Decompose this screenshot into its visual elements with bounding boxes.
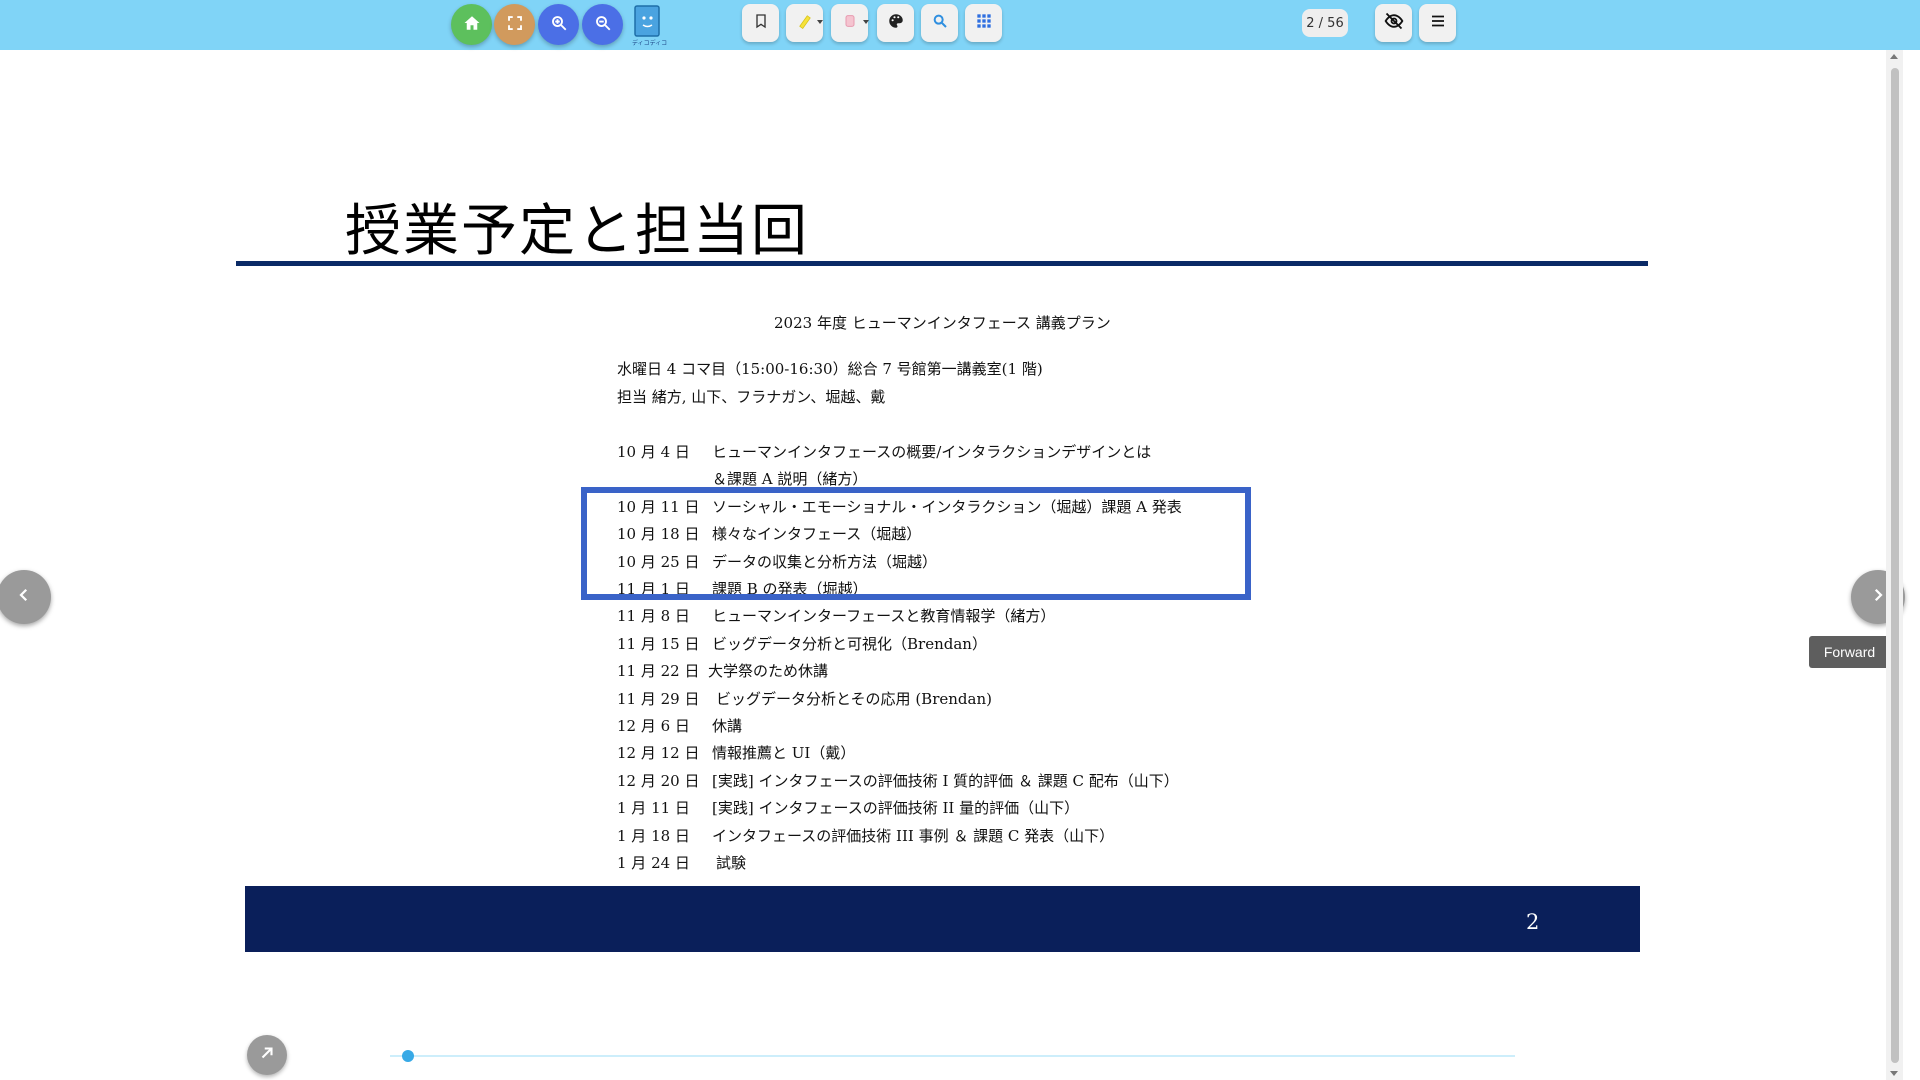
schedule-topic: [実践] インタフェースの評価技術 II 量的評価（山下） <box>712 799 1080 817</box>
zoom-out-icon <box>594 14 612 36</box>
previous-page-button[interactable] <box>0 570 51 624</box>
page-progress-knob[interactable] <box>402 1050 414 1062</box>
schedule-topic: 情報推薦と UI（戴） <box>712 744 856 762</box>
slide-footer <box>245 886 1640 952</box>
schedule-date: 11 月 29 日 <box>617 690 700 708</box>
eraser-icon <box>842 13 858 33</box>
schedule-topic: ヒューマンインタフェースの概要/インタラクションデザインとは <box>712 443 1152 461</box>
schedule-date: 10 月 4 日 <box>617 443 690 461</box>
schedule-topic: ヒューマンインターフェースと教育情報学（緒方） <box>712 607 1056 625</box>
eraser-dropdown-caret[interactable] <box>863 20 869 24</box>
schedule-date: 11 月 15 日 <box>617 635 700 653</box>
top-toolbar: ディコディコ 2 / 56 <box>0 0 1920 50</box>
search-icon <box>932 13 948 33</box>
title-divider <box>236 261 1648 266</box>
page-progress-slider[interactable] <box>390 1055 1515 1057</box>
chevron-left-icon <box>15 586 33 608</box>
highlighter-dropdown-caret[interactable] <box>817 20 823 24</box>
menu-icon <box>1429 12 1447 34</box>
schedule-topic: 大学祭のため休講 <box>708 662 829 680</box>
schedule-topic: 休講 <box>712 717 743 735</box>
chevron-right-icon <box>1869 586 1887 608</box>
schedule-topic: ビッグデータ分析と可視化（Brendan） <box>712 635 987 653</box>
scrollbar-thumb[interactable] <box>1891 68 1899 1063</box>
palette-button[interactable] <box>877 4 914 42</box>
zoom-in-icon <box>550 14 568 36</box>
instructors-info: 担当 緒方, 山下、フラナガン、堀越、戴 <box>617 388 886 406</box>
bookmark-button[interactable] <box>742 4 779 42</box>
schedule-date: 12 月 6 日 <box>617 717 690 735</box>
class-time-info: 水曜日 4 コマ目（15:00-16:30）総合 7 号館第一講義室(1 階) <box>617 360 1043 378</box>
slide-title: 授業予定と担当回 <box>345 199 809 264</box>
home-icon <box>463 14 481 36</box>
fullscreen-icon <box>506 14 524 36</box>
page-indicator: 2 / 56 <box>1302 9 1348 37</box>
schedule-date: 12 月 12 日 <box>617 744 700 762</box>
schedule-topic: インタフェースの評価技術 III 事例 ＆ 課題 C 発表（山下） <box>712 827 1115 845</box>
menu-button[interactable] <box>1419 4 1456 42</box>
fullscreen-button[interactable] <box>494 4 535 45</box>
schedule-date: 12 月 20 日 <box>617 772 700 790</box>
schedule-date: 1 月 11 日 <box>617 799 690 817</box>
expand-button[interactable] <box>247 1035 287 1075</box>
schedule-date: 1 月 24 日 <box>617 854 690 872</box>
scroll-up-icon[interactable] <box>1890 54 1898 59</box>
app-logo[interactable]: ディコディコ <box>630 4 668 47</box>
forward-tooltip-text: Forward <box>1823 644 1876 660</box>
schedule-topic: ＆課題 A 説明（緒方） <box>712 470 868 488</box>
schedule-date: 11 月 8 日 <box>617 607 690 625</box>
grid-icon <box>976 13 992 33</box>
hide-annotations-button[interactable] <box>1375 4 1412 42</box>
palette-icon <box>887 12 905 34</box>
forward-tooltip: Forward <box>1809 636 1890 668</box>
highlighter-icon <box>796 12 814 34</box>
zoom-out-button[interactable] <box>582 4 623 45</box>
schedule-topic: 試験 <box>716 854 747 872</box>
zoom-in-button[interactable] <box>538 4 579 45</box>
page-indicator-text: 2 / 56 <box>1306 15 1344 31</box>
scroll-down-icon[interactable] <box>1890 1071 1898 1076</box>
schedule-topic: ビッグデータ分析とその応用 (Brendan) <box>716 690 992 708</box>
document-heading: 2023 年度 ヒューマンインタフェース 講義プラン <box>774 314 1111 332</box>
bookmark-icon <box>753 13 769 33</box>
arrow-up-right-icon <box>258 1044 276 1066</box>
hide-icon <box>1384 11 1404 35</box>
slide-page-number: 2 <box>1526 910 1540 934</box>
app-logo-text: ディコディコ <box>632 40 668 47</box>
home-button[interactable] <box>451 4 492 45</box>
highlight-box <box>581 487 1251 600</box>
grid-view-button[interactable] <box>965 4 1002 42</box>
schedule-date: 1 月 18 日 <box>617 827 690 845</box>
schedule-topic: [実践] インタフェースの評価技術 I 質的評価 ＆ 課題 C 配布（山下） <box>712 772 1179 790</box>
schedule-date: 11 月 22 日 <box>617 662 700 680</box>
search-button[interactable] <box>921 4 958 42</box>
